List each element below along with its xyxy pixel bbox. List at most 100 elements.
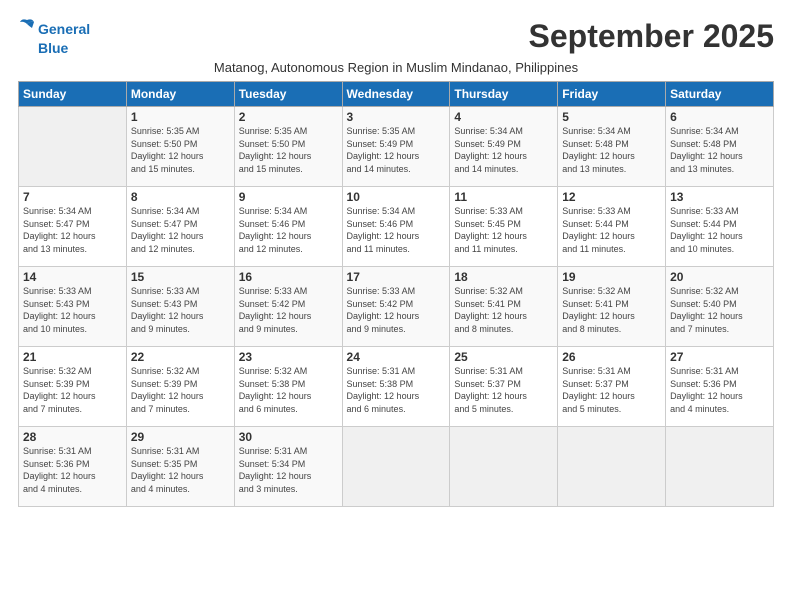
day-cell: 10Sunrise: 5:34 AM Sunset: 5:46 PM Dayli…: [342, 187, 450, 267]
header-tuesday: Tuesday: [234, 82, 342, 107]
day-number: 24: [347, 350, 446, 364]
day-info: Sunrise: 5:33 AM Sunset: 5:42 PM Dayligh…: [347, 285, 446, 335]
day-info: Sunrise: 5:32 AM Sunset: 5:39 PM Dayligh…: [23, 365, 122, 415]
day-info: Sunrise: 5:31 AM Sunset: 5:34 PM Dayligh…: [239, 445, 338, 495]
day-info: Sunrise: 5:33 AM Sunset: 5:44 PM Dayligh…: [670, 205, 769, 255]
header-thursday: Thursday: [450, 82, 558, 107]
day-info: Sunrise: 5:33 AM Sunset: 5:43 PM Dayligh…: [131, 285, 230, 335]
day-number: 11: [454, 190, 553, 204]
day-number: 21: [23, 350, 122, 364]
day-cell: [558, 427, 666, 507]
day-cell: 13Sunrise: 5:33 AM Sunset: 5:44 PM Dayli…: [666, 187, 774, 267]
day-info: Sunrise: 5:34 AM Sunset: 5:49 PM Dayligh…: [454, 125, 553, 175]
day-info: Sunrise: 5:33 AM Sunset: 5:42 PM Dayligh…: [239, 285, 338, 335]
day-info: Sunrise: 5:32 AM Sunset: 5:41 PM Dayligh…: [562, 285, 661, 335]
week-row-3: 14Sunrise: 5:33 AM Sunset: 5:43 PM Dayli…: [19, 267, 774, 347]
day-number: 17: [347, 270, 446, 284]
day-info: Sunrise: 5:34 AM Sunset: 5:46 PM Dayligh…: [347, 205, 446, 255]
day-info: Sunrise: 5:32 AM Sunset: 5:40 PM Dayligh…: [670, 285, 769, 335]
day-number: 20: [670, 270, 769, 284]
day-info: Sunrise: 5:32 AM Sunset: 5:41 PM Dayligh…: [454, 285, 553, 335]
day-info: Sunrise: 5:34 AM Sunset: 5:47 PM Dayligh…: [23, 205, 122, 255]
day-cell: 7Sunrise: 5:34 AM Sunset: 5:47 PM Daylig…: [19, 187, 127, 267]
day-number: 12: [562, 190, 661, 204]
week-row-5: 28Sunrise: 5:31 AM Sunset: 5:36 PM Dayli…: [19, 427, 774, 507]
day-cell: [450, 427, 558, 507]
day-info: Sunrise: 5:31 AM Sunset: 5:36 PM Dayligh…: [670, 365, 769, 415]
logo-text: General Blue: [18, 18, 90, 56]
day-cell: 8Sunrise: 5:34 AM Sunset: 5:47 PM Daylig…: [126, 187, 234, 267]
week-row-2: 7Sunrise: 5:34 AM Sunset: 5:47 PM Daylig…: [19, 187, 774, 267]
day-number: 14: [23, 270, 122, 284]
day-number: 5: [562, 110, 661, 124]
day-cell: 27Sunrise: 5:31 AM Sunset: 5:36 PM Dayli…: [666, 347, 774, 427]
day-number: 6: [670, 110, 769, 124]
day-number: 4: [454, 110, 553, 124]
day-cell: 22Sunrise: 5:32 AM Sunset: 5:39 PM Dayli…: [126, 347, 234, 427]
day-number: 27: [670, 350, 769, 364]
logo: General Blue: [18, 18, 90, 56]
day-cell: [666, 427, 774, 507]
month-title: September 2025: [529, 18, 774, 55]
day-number: 15: [131, 270, 230, 284]
header-friday: Friday: [558, 82, 666, 107]
day-cell: 20Sunrise: 5:32 AM Sunset: 5:40 PM Dayli…: [666, 267, 774, 347]
day-info: Sunrise: 5:31 AM Sunset: 5:37 PM Dayligh…: [562, 365, 661, 415]
day-cell: 1Sunrise: 5:35 AM Sunset: 5:50 PM Daylig…: [126, 107, 234, 187]
day-cell: 18Sunrise: 5:32 AM Sunset: 5:41 PM Dayli…: [450, 267, 558, 347]
day-number: 3: [347, 110, 446, 124]
day-cell: 14Sunrise: 5:33 AM Sunset: 5:43 PM Dayli…: [19, 267, 127, 347]
calendar-table: Sunday Monday Tuesday Wednesday Thursday…: [18, 81, 774, 507]
day-number: 19: [562, 270, 661, 284]
day-number: 13: [670, 190, 769, 204]
day-number: 1: [131, 110, 230, 124]
header-sunday: Sunday: [19, 82, 127, 107]
day-number: 25: [454, 350, 553, 364]
day-info: Sunrise: 5:33 AM Sunset: 5:43 PM Dayligh…: [23, 285, 122, 335]
day-cell: 26Sunrise: 5:31 AM Sunset: 5:37 PM Dayli…: [558, 347, 666, 427]
day-info: Sunrise: 5:32 AM Sunset: 5:39 PM Dayligh…: [131, 365, 230, 415]
day-number: 26: [562, 350, 661, 364]
day-number: 7: [23, 190, 122, 204]
day-info: Sunrise: 5:35 AM Sunset: 5:50 PM Dayligh…: [131, 125, 230, 175]
day-cell: 2Sunrise: 5:35 AM Sunset: 5:50 PM Daylig…: [234, 107, 342, 187]
day-number: 8: [131, 190, 230, 204]
day-cell: 21Sunrise: 5:32 AM Sunset: 5:39 PM Dayli…: [19, 347, 127, 427]
day-number: 23: [239, 350, 338, 364]
day-number: 16: [239, 270, 338, 284]
header: General Blue September 2025: [18, 18, 774, 56]
day-cell: 11Sunrise: 5:33 AM Sunset: 5:45 PM Dayli…: [450, 187, 558, 267]
day-cell: [19, 107, 127, 187]
day-number: 18: [454, 270, 553, 284]
day-cell: 4Sunrise: 5:34 AM Sunset: 5:49 PM Daylig…: [450, 107, 558, 187]
day-cell: 23Sunrise: 5:32 AM Sunset: 5:38 PM Dayli…: [234, 347, 342, 427]
subtitle: Matanog, Autonomous Region in Muslim Min…: [18, 60, 774, 75]
day-info: Sunrise: 5:34 AM Sunset: 5:48 PM Dayligh…: [562, 125, 661, 175]
day-cell: 12Sunrise: 5:33 AM Sunset: 5:44 PM Dayli…: [558, 187, 666, 267]
day-info: Sunrise: 5:34 AM Sunset: 5:48 PM Dayligh…: [670, 125, 769, 175]
day-number: 10: [347, 190, 446, 204]
header-monday: Monday: [126, 82, 234, 107]
day-info: Sunrise: 5:34 AM Sunset: 5:46 PM Dayligh…: [239, 205, 338, 255]
day-number: 9: [239, 190, 338, 204]
week-row-4: 21Sunrise: 5:32 AM Sunset: 5:39 PM Dayli…: [19, 347, 774, 427]
day-cell: 29Sunrise: 5:31 AM Sunset: 5:35 PM Dayli…: [126, 427, 234, 507]
day-cell: [342, 427, 450, 507]
day-cell: 16Sunrise: 5:33 AM Sunset: 5:42 PM Dayli…: [234, 267, 342, 347]
day-cell: 19Sunrise: 5:32 AM Sunset: 5:41 PM Dayli…: [558, 267, 666, 347]
day-info: Sunrise: 5:31 AM Sunset: 5:38 PM Dayligh…: [347, 365, 446, 415]
day-info: Sunrise: 5:31 AM Sunset: 5:37 PM Dayligh…: [454, 365, 553, 415]
day-cell: 9Sunrise: 5:34 AM Sunset: 5:46 PM Daylig…: [234, 187, 342, 267]
day-info: Sunrise: 5:31 AM Sunset: 5:35 PM Dayligh…: [131, 445, 230, 495]
day-cell: 24Sunrise: 5:31 AM Sunset: 5:38 PM Dayli…: [342, 347, 450, 427]
day-info: Sunrise: 5:32 AM Sunset: 5:38 PM Dayligh…: [239, 365, 338, 415]
header-wednesday: Wednesday: [342, 82, 450, 107]
day-info: Sunrise: 5:33 AM Sunset: 5:45 PM Dayligh…: [454, 205, 553, 255]
day-number: 29: [131, 430, 230, 444]
header-row: Sunday Monday Tuesday Wednesday Thursday…: [19, 82, 774, 107]
day-info: Sunrise: 5:35 AM Sunset: 5:49 PM Dayligh…: [347, 125, 446, 175]
day-info: Sunrise: 5:35 AM Sunset: 5:50 PM Dayligh…: [239, 125, 338, 175]
day-cell: 5Sunrise: 5:34 AM Sunset: 5:48 PM Daylig…: [558, 107, 666, 187]
day-cell: 30Sunrise: 5:31 AM Sunset: 5:34 PM Dayli…: [234, 427, 342, 507]
page: General Blue September 2025 Matanog, Aut…: [0, 0, 792, 612]
